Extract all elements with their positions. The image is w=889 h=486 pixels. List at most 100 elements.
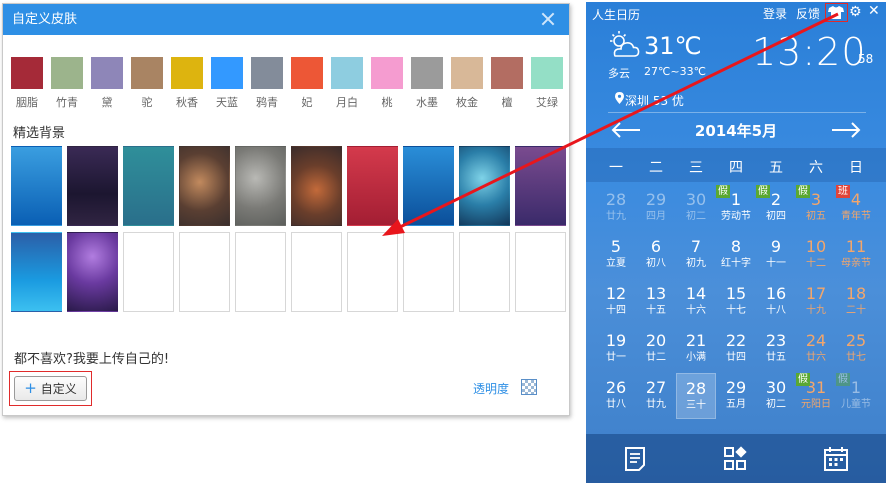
skin-icon[interactable] (828, 6, 844, 19)
color-swatch[interactable]: 鸦青 (251, 57, 283, 110)
bg-blue-gradient[interactable] (11, 146, 62, 226)
login-link[interactable]: 登录 (763, 5, 787, 22)
bg-empty-4[interactable] (291, 232, 342, 312)
day-cell[interactable]: 26 廿八 (596, 373, 636, 419)
bg-empty-3[interactable] (235, 232, 286, 312)
lunar-label: 十一 (766, 258, 786, 269)
color-swatch[interactable]: 胭脂 (11, 57, 43, 110)
day-cell[interactable]: 21 小满 (676, 326, 716, 372)
feedback-link[interactable]: 反馈 (796, 5, 820, 22)
bg-blue-sky[interactable] (11, 232, 62, 312)
notes-icon[interactable] (623, 446, 649, 472)
day-cell[interactable]: 9 十一 (756, 232, 796, 278)
color-swatch[interactable]: 驼 (131, 57, 163, 110)
bg-teal-light[interactable] (459, 146, 510, 226)
day-cell[interactable]: 23 廿五 (756, 326, 796, 372)
close-icon[interactable] (539, 10, 557, 28)
bg-blurred-gray[interactable] (235, 146, 286, 226)
day-cell[interactable]: 27 廿九 (636, 373, 676, 419)
day-cell[interactable]: 假 3 初五 (796, 185, 836, 231)
bg-empty-2[interactable] (179, 232, 230, 312)
day-cell[interactable]: 28 廿九 (596, 185, 636, 231)
arrow-right-icon[interactable] (830, 120, 862, 140)
color-swatch[interactable]: 秋香 (171, 57, 203, 110)
color-swatch[interactable]: 竹青 (51, 57, 83, 110)
day-cell[interactable]: 12 十四 (596, 279, 636, 325)
lunar-label: 廿一 (606, 352, 626, 363)
day-cell[interactable]: 16 十八 (756, 279, 796, 325)
color-swatch[interactable]: 妃 (291, 57, 323, 110)
opacity-link[interactable]: 透明度 (473, 380, 509, 397)
day-cell[interactable]: 29 五月 (716, 373, 756, 419)
day-cell[interactable]: 25 廿七 (836, 326, 876, 372)
color-swatch[interactable]: 月白 (331, 57, 363, 110)
day-cell[interactable]: 30 初二 (676, 185, 716, 231)
color-swatch[interactable]: 水墨 (411, 57, 443, 110)
day-cell[interactable]: 14 十六 (676, 279, 716, 325)
color-swatch[interactable]: 黛 (91, 57, 123, 110)
lunar-label: 母亲节 (841, 258, 871, 269)
app-title: 人生日历 (592, 8, 641, 22)
color-swatch[interactable]: 艾绿 (531, 57, 563, 110)
lunar-label: 立夏 (606, 258, 626, 269)
day-cell[interactable]: 30 初二 (756, 373, 796, 419)
color-swatch[interactable]: 枚金 (451, 57, 483, 110)
day-cell[interactable]: 11 母亲节 (836, 232, 876, 278)
weekday-label: 五 (769, 160, 783, 176)
bg-teal[interactable] (123, 146, 174, 226)
day-cell[interactable]: 10 十二 (796, 232, 836, 278)
day-cell[interactable]: 假 31 元阳日 (796, 373, 836, 419)
weekday-label: 二 (649, 160, 663, 176)
color-swatch[interactable]: 天蓝 (211, 57, 243, 110)
day-cell[interactable]: 8 红十字 (716, 232, 756, 278)
apps-icon[interactable] (723, 446, 749, 472)
day-cell[interactable]: 18 二十 (836, 279, 876, 325)
bg-empty-7[interactable] (459, 232, 510, 312)
opacity-icon[interactable] (521, 379, 537, 395)
weekday-header: 一二三四五六日 (586, 148, 886, 182)
gear-icon[interactable]: ⚙ (849, 5, 862, 19)
day-cell[interactable]: 班 4 青年节 (836, 185, 876, 231)
day-cell[interactable]: 假 1 儿童节 (836, 373, 876, 419)
window-close-icon[interactable]: ✕ (868, 4, 880, 18)
day-cell[interactable]: 17 十九 (796, 279, 836, 325)
day-cell[interactable]: 20 廿二 (636, 326, 676, 372)
bg-empty-5[interactable] (347, 232, 398, 312)
day-number: 17 (805, 284, 827, 303)
day-cell[interactable]: 7 初九 (676, 232, 716, 278)
calendar-icon[interactable] (823, 446, 849, 472)
day-cell[interactable]: 22 廿四 (716, 326, 756, 372)
bg-empty-1[interactable] (123, 232, 174, 312)
day-cell[interactable]: 13 十五 (636, 279, 676, 325)
lunar-label: 廿四 (726, 352, 746, 363)
bg-blurred-warm[interactable] (291, 146, 342, 226)
day-cell[interactable]: 15 十七 (716, 279, 756, 325)
bg-ocean-blue[interactable] (403, 146, 454, 226)
color-swatch[interactable]: 桃 (371, 57, 403, 110)
day-cell-today[interactable]: 28 三十 (676, 373, 716, 419)
day-cell[interactable]: 24 廿六 (796, 326, 836, 372)
bg-blurred-brown[interactable] (179, 146, 230, 226)
bg-violet-glow[interactable] (67, 232, 118, 312)
arrow-left-icon[interactable] (610, 120, 642, 140)
bg-dark-purple[interactable] (67, 146, 118, 226)
bg-purple-gradient[interactable] (515, 146, 566, 226)
bg-empty-8[interactable] (515, 232, 566, 312)
bg-empty-6[interactable] (403, 232, 454, 312)
custom-button[interactable]: + 自定义 (14, 376, 87, 401)
day-cell[interactable]: 5 立夏 (596, 232, 636, 278)
color-swatch[interactable]: 檀 (491, 57, 523, 110)
swatch-chip (291, 57, 323, 89)
bg-crimson[interactable] (347, 146, 398, 226)
day-cell[interactable]: 6 初八 (636, 232, 676, 278)
lunar-label: 元阳日 (801, 399, 831, 410)
swatch-label: 黛 (101, 96, 113, 109)
swatch-chip (371, 57, 403, 89)
location-air-quality[interactable]: 深圳 53 优 (612, 92, 684, 109)
day-cell[interactable]: 29 四月 (636, 185, 676, 231)
day-cell[interactable]: 假 2 初四 (756, 185, 796, 231)
day-cell[interactable]: 19 廿一 (596, 326, 636, 372)
weekday-label: 四 (729, 160, 743, 176)
day-cell[interactable]: 假 1 劳动节 (716, 185, 756, 231)
lunar-label: 十二 (806, 258, 826, 269)
